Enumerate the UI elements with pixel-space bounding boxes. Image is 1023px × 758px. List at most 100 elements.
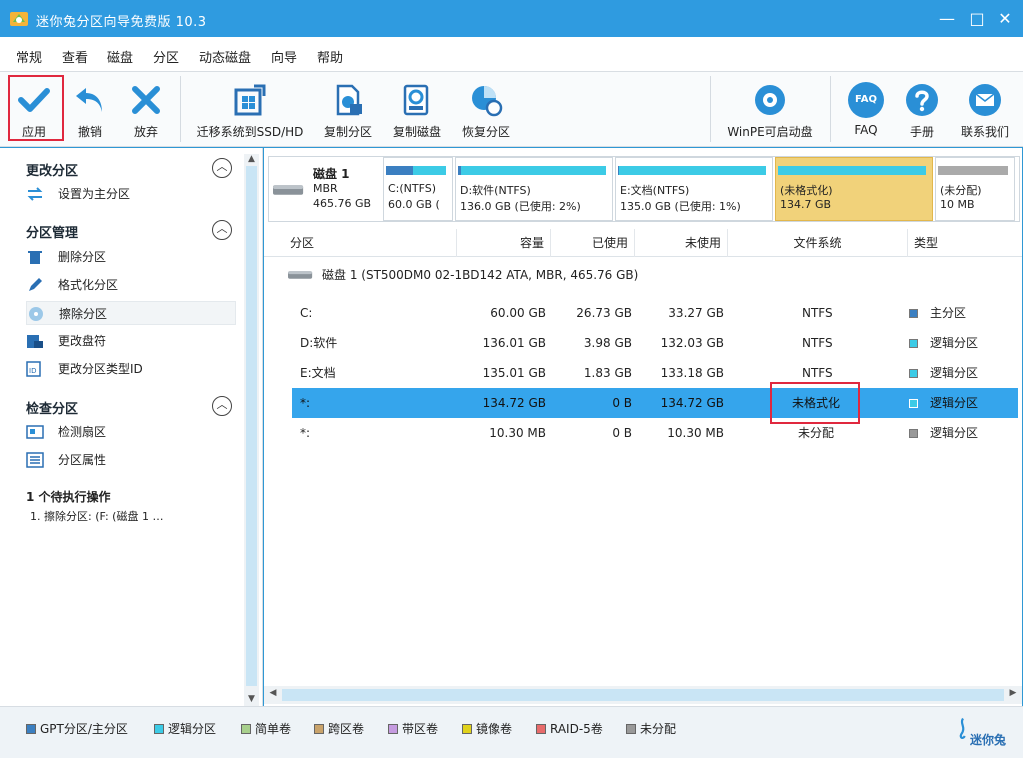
undo-label: 撤销 xyxy=(77,125,102,139)
legend-simple: 简单卷 xyxy=(241,720,291,737)
minimize-button[interactable]: — xyxy=(936,8,958,30)
drive-letter-icon xyxy=(27,335,43,348)
toolbar-separator xyxy=(180,76,181,142)
sidebar-item-delete-partition[interactable]: 删除分区 xyxy=(26,245,236,269)
column-type[interactable]: 类型 xyxy=(908,229,1020,257)
disk-map-partition-unallocated[interactable]: (未分配) 10 MB xyxy=(935,157,1015,221)
type-color-swatch xyxy=(909,339,918,348)
maximize-button[interactable]: □ xyxy=(966,8,988,30)
migrate-os-label: 迁移系统到SSD/HD xyxy=(196,125,304,139)
column-partition[interactable]: 分区 xyxy=(284,229,457,257)
disk-map-partition-unformatted[interactable]: (未格式化) 134.7 GB xyxy=(775,157,933,221)
horizontal-scrollbar-thumb[interactable] xyxy=(282,689,1004,701)
migrate-os-icon xyxy=(234,84,266,116)
column-used[interactable]: 已使用 xyxy=(551,229,635,257)
wipe-disc-icon xyxy=(29,307,43,321)
partition-panel: 磁盘 1 MBR 465.76 GB C:(NTFS) 60.0 GB ( D:… xyxy=(264,148,1022,706)
collapse-partition-management-button[interactable]: ︿ xyxy=(212,220,232,240)
manual-label: 手册 xyxy=(909,125,934,139)
copy-disk-label: 复制磁盘 xyxy=(392,125,441,139)
menu-bar: 常规 查看 磁盘 分区 动态磁盘 向导 帮助 xyxy=(0,37,1023,72)
column-unused[interactable]: 未使用 xyxy=(635,229,728,257)
menu-wizard[interactable]: 向导 xyxy=(271,47,297,66)
faq-button[interactable]: FAQ FAQ xyxy=(842,72,890,147)
migrate-os-button[interactable]: 迁移系统到SSD/HD xyxy=(194,72,306,147)
legend-bar: GPT分区/主分区 逻辑分区 简单卷 跨区卷 带区卷 镜像卷 RAID-5卷 未… xyxy=(0,706,1023,758)
faq-label: FAQ xyxy=(854,123,878,137)
legend-gpt-primary: GPT分区/主分区 xyxy=(26,720,128,737)
contact-us-button[interactable]: 联系我们 xyxy=(954,72,1016,147)
menu-general[interactable]: 常规 xyxy=(16,47,42,66)
sidebar-item-set-primary[interactable]: 设置为主分区 xyxy=(26,182,236,206)
disk-type: MBR xyxy=(313,182,338,195)
menu-dynamic-disk[interactable]: 动态磁盘 xyxy=(199,47,251,66)
legend-logical: 逻辑分区 xyxy=(154,720,216,737)
winpe-bootable-button[interactable]: WinPE可启动盘 xyxy=(722,72,818,147)
cross-icon xyxy=(132,86,160,114)
legend-unallocated: 未分配 xyxy=(626,720,676,737)
toolbar-separator xyxy=(710,76,711,142)
partition-table-header: 分区 容量 已使用 未使用 文件系统 类型 xyxy=(264,229,1022,257)
left-scrollbar-thumb[interactable] xyxy=(246,166,257,686)
collapse-change-partition-button[interactable]: ︿ xyxy=(212,158,232,178)
scroll-down-arrow[interactable]: ▼ xyxy=(244,694,259,706)
legend-striped: 带区卷 xyxy=(388,720,438,737)
table-row[interactable]: D:软件 136.01 GB 3.98 GB 132.03 GB NTFS 逻辑… xyxy=(292,328,1018,358)
sidebar-item-partition-properties[interactable]: 分区属性 xyxy=(26,448,236,472)
type-color-swatch xyxy=(909,369,918,378)
menu-disk[interactable]: 磁盘 xyxy=(107,47,133,66)
disk-row-label: 磁盘 1 (ST500DM0 02-1BD142 ATA, MBR, 465.7… xyxy=(322,268,639,282)
properties-list-icon xyxy=(26,452,44,468)
window-title: 迷你兔分区向导免费版 10.3 xyxy=(36,15,207,30)
disk-map-partition-d[interactable]: D:软件(NTFS) 136.0 GB (已使用: 2%) xyxy=(455,157,613,221)
section-change-partition-title: 更改分区 xyxy=(26,164,79,179)
table-row[interactable]: C: 60.00 GB 26.73 GB 33.27 GB NTFS 主分区 xyxy=(292,298,1018,328)
swap-arrows-icon xyxy=(27,187,43,201)
table-row[interactable]: E:文档 135.01 GB 1.83 GB 133.18 GB NTFS 逻辑… xyxy=(292,358,1018,388)
copy-disk-button[interactable]: 复制磁盘 xyxy=(386,72,448,147)
disk-map-partition-c[interactable]: C:(NTFS) 60.0 GB ( xyxy=(383,157,453,221)
faq-icon: FAQ xyxy=(848,82,884,118)
surface-test-icon xyxy=(26,425,44,439)
manual-button[interactable]: 手册 xyxy=(898,72,946,147)
scroll-left-arrow[interactable]: ◀ xyxy=(266,688,280,698)
sidebar-item-format-partition[interactable]: 格式化分区 xyxy=(26,273,236,297)
horizontal-scrollbar[interactable]: ◀ ▶ xyxy=(264,686,1022,704)
menu-help[interactable]: 帮助 xyxy=(317,47,343,66)
menu-partition[interactable]: 分区 xyxy=(153,47,179,66)
copy-partition-label: 复制分区 xyxy=(323,125,372,139)
column-capacity[interactable]: 容量 xyxy=(457,229,551,257)
bootable-disc-icon xyxy=(755,85,785,115)
table-row-selected[interactable]: *: 134.72 GB 0 B 134.72 GB 未格式化 逻辑分区 xyxy=(292,388,1018,418)
collapse-check-partition-button[interactable]: ︿ xyxy=(212,396,232,416)
undo-button[interactable]: 撤销 xyxy=(64,72,116,147)
sidebar-item-change-letter[interactable]: 更改盘符 xyxy=(26,329,236,353)
menu-view[interactable]: 查看 xyxy=(62,47,88,66)
copy-partition-button[interactable]: 复制分区 xyxy=(316,72,380,147)
contact-us-label: 联系我们 xyxy=(960,125,1009,139)
disk-map-partition-e[interactable]: E:文档(NTFS) 135.0 GB (已使用: 1%) xyxy=(615,157,773,221)
brand-note-icon xyxy=(959,717,966,739)
table-row[interactable]: *: 10.30 MB 0 B 10.30 MB 未分配 逻辑分区 xyxy=(292,418,1018,448)
scroll-right-arrow[interactable]: ▶ xyxy=(1006,688,1020,698)
sidebar-item-change-type-id[interactable]: ID 更改分区类型ID xyxy=(26,357,236,381)
file-system-highlight-box xyxy=(770,382,860,424)
left-scrollbar[interactable]: ▲ ▼ xyxy=(244,154,259,706)
svg-text:ID: ID xyxy=(29,367,36,375)
recover-partition-icon xyxy=(472,86,503,117)
column-file-system[interactable]: 文件系统 xyxy=(728,229,908,257)
sidebar-item-wipe-partition[interactable]: 擦除分区 xyxy=(26,301,236,325)
pencil-icon xyxy=(29,278,42,291)
sidebar-item-surface-test[interactable]: 检测扇区 xyxy=(26,420,236,444)
hard-disk-icon xyxy=(288,271,313,279)
disk-map-info[interactable]: 磁盘 1 MBR 465.76 GB xyxy=(269,157,379,221)
pending-operation-item[interactable]: 1. 擦除分区: (F: (磁盘 1 … xyxy=(30,508,163,524)
disk-map[interactable]: 磁盘 1 MBR 465.76 GB C:(NTFS) 60.0 GB ( D:… xyxy=(268,156,1020,222)
discard-button[interactable]: 放弃 xyxy=(120,72,172,147)
scroll-up-arrow[interactable]: ▲ xyxy=(244,154,259,166)
section-partition-management-title: 分区管理 xyxy=(26,226,79,241)
close-button[interactable]: ✕ xyxy=(994,8,1016,30)
recover-partition-button[interactable]: 恢复分区 xyxy=(456,72,516,147)
toolbar: 应用 撤销 放弃 迁移系统到SSD/HD 复制分区 复制磁盘 恢复分区 WinP… xyxy=(0,72,1023,147)
trash-icon xyxy=(28,251,42,264)
